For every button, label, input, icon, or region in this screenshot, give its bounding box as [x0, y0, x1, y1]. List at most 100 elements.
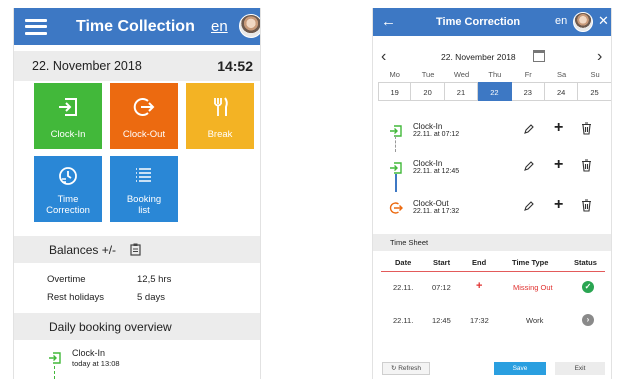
day-cell[interactable]: 25	[578, 82, 611, 101]
refresh-button[interactable]: ↻ Refresh	[382, 362, 430, 375]
weekday-label: Tue	[421, 70, 435, 79]
day-cell-selected[interactable]: 22	[478, 82, 512, 101]
time-correction-button[interactable]: Time Correction	[34, 156, 102, 222]
trash-icon[interactable]	[581, 122, 592, 135]
week-day-picker: 19 20 21 22 23 24 25	[378, 82, 611, 101]
weekday-label: Thu	[488, 70, 502, 79]
status-pending-icon: ›	[582, 314, 594, 326]
time-correction-label-line2: Correction	[46, 205, 90, 216]
day-cell[interactable]: 19	[378, 82, 412, 101]
balances-header[interactable]: Balances +/-	[14, 236, 260, 263]
cell-start: 07:12	[432, 283, 451, 292]
close-icon[interactable]: ✕	[598, 13, 609, 29]
timeline-line	[395, 136, 396, 152]
pencil-icon[interactable]	[523, 123, 535, 135]
time-correction-label-line1: Time	[57, 194, 79, 205]
page-title: Time Collection	[76, 18, 195, 35]
booking-time: 22.11. at 12:45	[413, 168, 460, 175]
cell-start: 12:45	[432, 316, 451, 325]
clock-in-icon	[49, 352, 61, 364]
balance-value: 5 days	[137, 292, 165, 303]
booking-row: Clock-In 22.11. at 07:12 +	[373, 118, 611, 148]
selected-date: 22. November 2018	[441, 52, 516, 62]
booking-list-label-line1: Booking	[126, 194, 162, 205]
balance-row-overtime: Overtime 12,5 hrs	[47, 274, 171, 285]
date-navigator: ‹ 22. November 2018 ›	[373, 48, 611, 68]
weekday-label: Su	[590, 70, 600, 79]
booking-list-label-line2: list	[138, 205, 150, 216]
booking-name: Clock-In	[413, 122, 443, 131]
weekday-label: Wed	[453, 70, 470, 79]
header-divider	[381, 271, 605, 272]
chevron-right-icon[interactable]: ›	[597, 48, 602, 66]
exit-button[interactable]: Exit	[555, 362, 605, 375]
booking-time: 22.11. at 17:32	[413, 208, 460, 215]
back-arrow-icon[interactable]: ←	[381, 13, 396, 30]
clock-in-icon	[390, 125, 402, 137]
balance-value: 12,5 hrs	[137, 274, 172, 285]
clock-out-icon	[389, 202, 403, 214]
balance-label: Overtime	[47, 274, 86, 285]
booking-name: Clock-In	[413, 159, 443, 168]
clock-in-icon	[59, 98, 77, 116]
current-date: 22. November 2018	[32, 59, 142, 73]
footer-bar: ↻ Refresh Save Exit	[373, 362, 611, 379]
clock-out-icon	[133, 98, 155, 116]
time-correction-screen: ← Time Correction en ✕ ‹ 22. November 20…	[372, 8, 612, 379]
avatar[interactable]	[239, 14, 260, 38]
overview-item-name: Clock-In	[72, 348, 106, 358]
day-cell[interactable]: 23	[511, 82, 545, 101]
day-cell[interactable]: 20	[411, 82, 445, 101]
calendar-icon[interactable]	[533, 50, 545, 62]
cell-date: 22.11.	[393, 283, 414, 292]
daily-overview-title: Daily booking overview	[49, 319, 172, 334]
chevron-left-icon[interactable]: ‹	[381, 48, 386, 66]
trash-icon[interactable]	[581, 159, 592, 172]
language-selector[interactable]: en	[211, 18, 228, 35]
booking-row: Clock-In 22.11. at 12:45 +	[373, 155, 611, 185]
list-icon	[136, 168, 151, 182]
daily-overview-header[interactable]: Daily booking overview	[14, 313, 260, 340]
column-header-end: End	[472, 258, 487, 267]
day-cell[interactable]: 24	[544, 82, 579, 101]
add-booking-button[interactable]: +	[554, 196, 563, 214]
overview-item-time: today at 13:08	[72, 359, 120, 368]
balances-title: Balances +/-	[49, 242, 117, 257]
break-button[interactable]: Break	[186, 83, 254, 149]
balance-row-holidays: Rest holidays 5 days	[47, 292, 165, 303]
menu-icon[interactable]	[25, 18, 47, 35]
clock-out-button[interactable]: Clock-Out	[110, 83, 178, 149]
language-selector[interactable]: en	[555, 15, 567, 27]
booking-list-label: Booking list	[110, 194, 178, 216]
avatar[interactable]	[573, 12, 593, 32]
add-booking-button[interactable]: +	[554, 119, 563, 137]
save-button[interactable]: Save	[494, 362, 546, 375]
app-header: ← Time Correction en ✕	[373, 8, 611, 36]
cell-end: 17:32	[470, 316, 489, 325]
clock-in-label: Clock-In	[50, 129, 86, 140]
day-cell[interactable]: 21	[444, 82, 479, 101]
weekday-label: Mo	[389, 70, 400, 79]
stage: Time Collection en 22. November 2018 14:…	[0, 0, 620, 379]
weekday-label: Fr	[524, 70, 532, 79]
booking-row: Clock-Out 22.11. at 17:32 +	[373, 195, 611, 225]
column-header-status: Status	[574, 258, 597, 267]
add-booking-button[interactable]: +	[554, 156, 563, 174]
pencil-icon[interactable]	[523, 160, 535, 172]
cell-time-type: Work	[526, 316, 544, 325]
clock-in-button[interactable]: Clock-In	[34, 83, 102, 149]
weekday-label: Sa	[557, 70, 567, 79]
timeline-line	[395, 174, 397, 192]
clock-in-icon	[390, 162, 402, 174]
time-correction-label: Time Correction	[34, 194, 102, 216]
weekday-header: Mo Tue Wed Thu Fr Sa Su	[378, 70, 611, 79]
booking-list-button[interactable]: Booking list	[110, 156, 178, 222]
add-end-time-button[interactable]: +	[476, 280, 482, 292]
column-header-start: Start	[433, 258, 451, 267]
clock-out-label: Clock-Out	[122, 129, 166, 140]
column-header-time-type: Time Type	[512, 258, 549, 267]
trash-icon[interactable]	[581, 199, 592, 212]
pencil-icon[interactable]	[523, 200, 535, 212]
current-time: 14:52	[217, 58, 253, 74]
status-ok-icon: ✓	[582, 281, 594, 293]
